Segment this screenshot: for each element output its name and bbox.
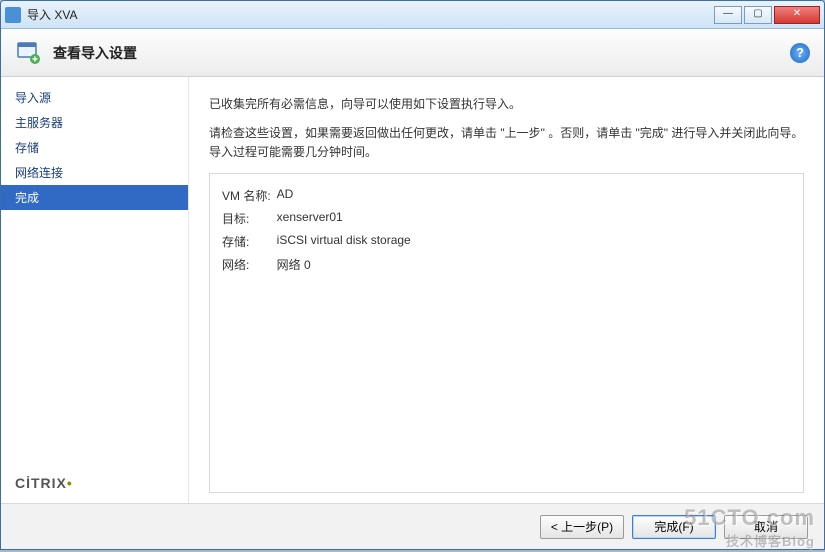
wizard-content: 已收集完所有必需信息，向导可以使用如下设置执行导入。 请检查这些设置，如果需要返… bbox=[189, 77, 824, 503]
instructions-text: 请检查这些设置，如果需要返回做出任何更改，请单击 "上一步" 。否则，请单击 "… bbox=[209, 124, 804, 162]
table-row: 目标: xenserver01 bbox=[222, 207, 417, 230]
wizard-header: 查看导入设置 ? bbox=[1, 29, 824, 77]
app-icon bbox=[5, 7, 21, 23]
window-title: 导入 XVA bbox=[27, 6, 77, 23]
wizard-sidebar: 导入源 主服务器 存储 网络连接 完成 CİTRIX• bbox=[1, 77, 189, 503]
cancel-button[interactable]: 取消 bbox=[724, 515, 808, 539]
wizard-footer: < 上一步(P) 完成(F) 取消 bbox=[1, 503, 824, 549]
sidebar-item-source[interactable]: 导入源 bbox=[1, 85, 188, 110]
summary-label-target: 目标: bbox=[222, 207, 277, 230]
summary-table: VM 名称: AD 目标: xenserver01 存储: iSCSI virt… bbox=[222, 184, 417, 276]
table-row: 网络: 网络 0 bbox=[222, 253, 417, 276]
summary-value-vmname: AD bbox=[277, 184, 417, 207]
finish-button[interactable]: 完成(F) bbox=[632, 515, 716, 539]
maximize-button[interactable]: ▢ bbox=[744, 6, 772, 24]
wizard-heading: 查看导入设置 bbox=[53, 43, 137, 63]
wizard-icon bbox=[15, 39, 43, 67]
summary-value-network: 网络 0 bbox=[277, 253, 417, 276]
sidebar-item-network[interactable]: 网络连接 bbox=[1, 160, 188, 185]
help-icon[interactable]: ? bbox=[790, 43, 810, 63]
summary-value-target: xenserver01 bbox=[277, 207, 417, 230]
sidebar-item-finish[interactable]: 完成 bbox=[1, 185, 188, 210]
summary-label-storage: 存储: bbox=[222, 230, 277, 253]
summary-label-vmname: VM 名称: bbox=[222, 184, 277, 207]
summary-label-network: 网络: bbox=[222, 253, 277, 276]
summary-box: VM 名称: AD 目标: xenserver01 存储: iSCSI virt… bbox=[209, 173, 804, 493]
prev-button[interactable]: < 上一步(P) bbox=[540, 515, 624, 539]
table-row: 存储: iSCSI virtual disk storage bbox=[222, 230, 417, 253]
sidebar-item-host[interactable]: 主服务器 bbox=[1, 110, 188, 135]
wizard-body: 导入源 主服务器 存储 网络连接 完成 CİTRIX• 已收集完所有必需信息，向… bbox=[1, 77, 824, 503]
citrix-logo: CİTRIX• bbox=[1, 475, 188, 503]
summary-value-storage: iSCSI virtual disk storage bbox=[277, 230, 417, 253]
close-button[interactable]: ✕ bbox=[774, 6, 820, 24]
intro-text: 已收集完所有必需信息，向导可以使用如下设置执行导入。 bbox=[209, 95, 804, 114]
sidebar-item-storage[interactable]: 存储 bbox=[1, 135, 188, 160]
minimize-button[interactable]: — bbox=[714, 6, 742, 24]
import-wizard-window: 导入 XVA — ▢ ✕ 查看导入设置 ? 导入源 主服务器 存储 网络连接 完… bbox=[0, 0, 825, 550]
table-row: VM 名称: AD bbox=[222, 184, 417, 207]
titlebar: 导入 XVA — ▢ ✕ bbox=[1, 1, 824, 29]
